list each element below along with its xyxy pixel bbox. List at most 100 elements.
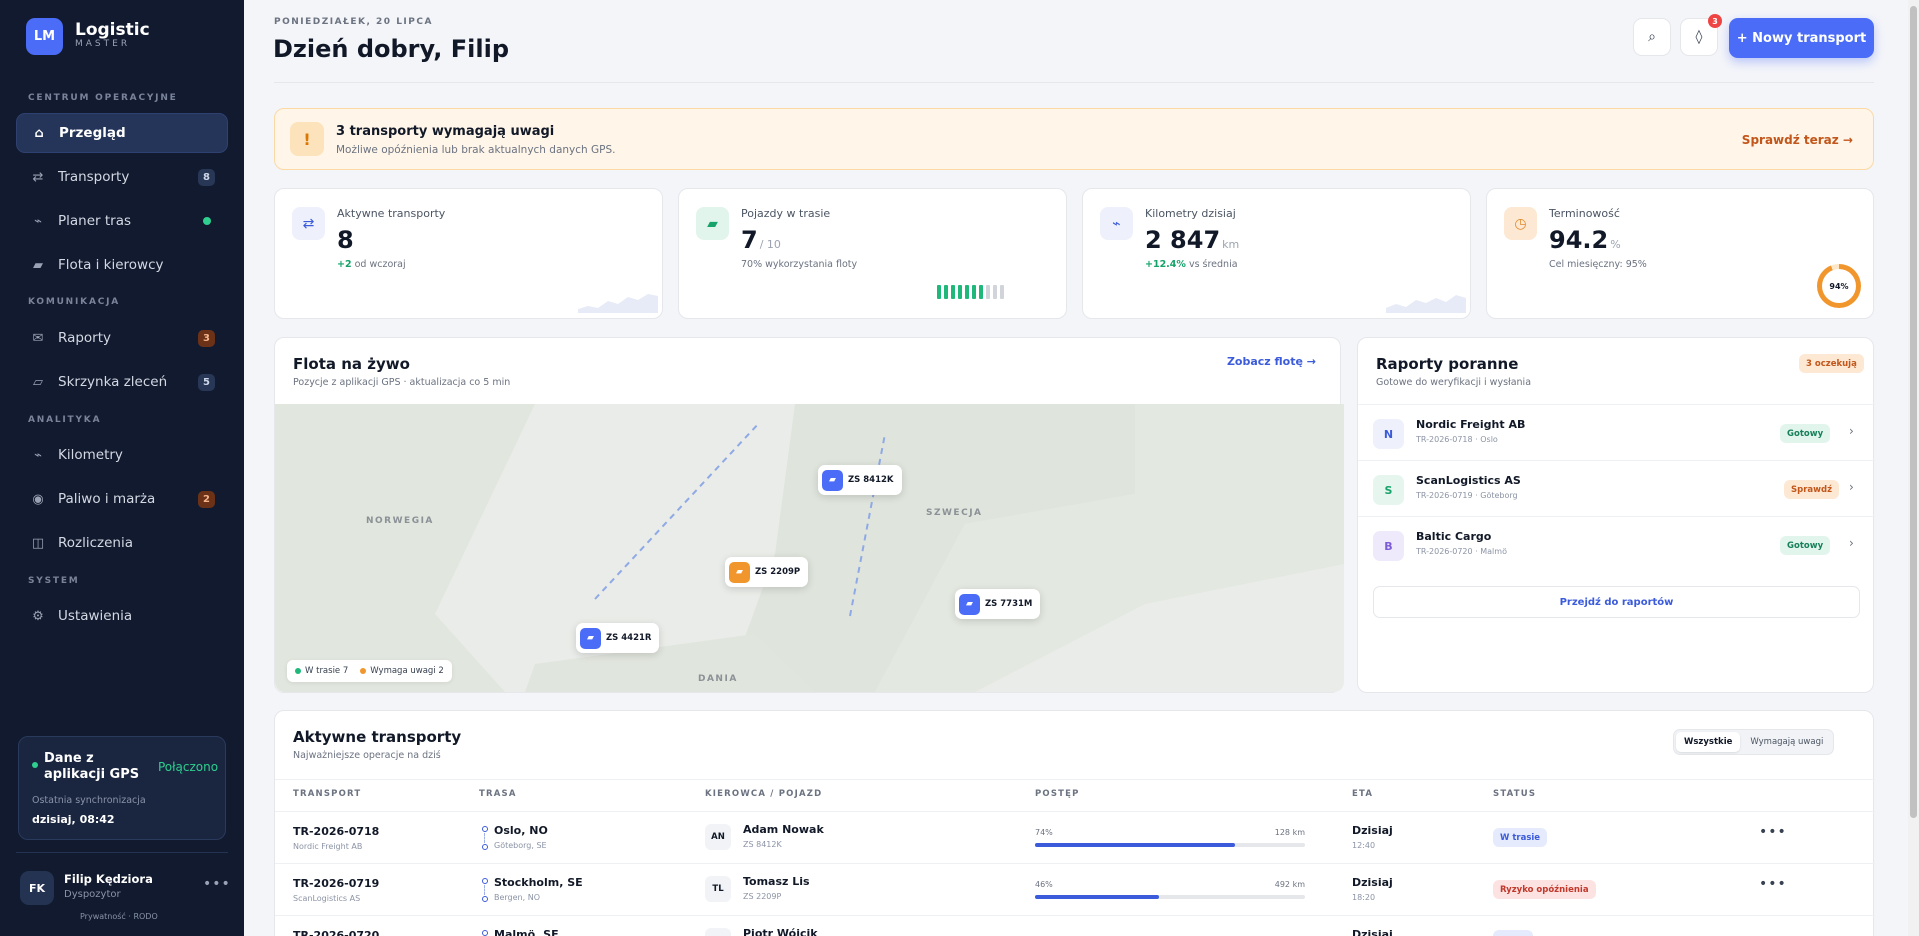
sidebar: LM Logistic MASTER CENTRUM OPERACYJNE ⌂ P… bbox=[0, 0, 244, 936]
go-to-reports-button[interactable]: Przejdź do raportów bbox=[1373, 586, 1860, 618]
footer-links[interactable]: Prywatność · RODO bbox=[80, 912, 158, 921]
route-to: Bergen, NO bbox=[494, 893, 540, 902]
sidebar-item-fleet[interactable]: ▰ Flota i kierowcy bbox=[16, 245, 228, 285]
view-fleet-link[interactable]: Zobacz flotę → bbox=[1227, 355, 1316, 368]
kpi-unit: / 10 bbox=[759, 238, 781, 251]
status-dot bbox=[32, 762, 38, 768]
vehicle-marker[interactable]: ▰ ZS 7731M bbox=[955, 589, 1041, 619]
sidebar-item-transports[interactable]: ⇄ Transporty 8 bbox=[16, 157, 228, 197]
chevron-right-icon[interactable]: › bbox=[1849, 480, 1854, 494]
vehicle-marker[interactable]: ▰ ZS 2209P bbox=[725, 557, 809, 587]
sidebar-item-route-planner[interactable]: ⌁ Planer tras bbox=[16, 201, 228, 241]
report-meta: TR-2026-0718 · Oslo bbox=[1416, 435, 1498, 444]
column-header: KIEROWCA / POJAZD bbox=[705, 789, 823, 799]
avatar: B bbox=[1373, 531, 1404, 561]
app-subtitle: MASTER bbox=[75, 39, 131, 49]
filter-all-tab[interactable]: Wszystkie bbox=[1676, 732, 1741, 752]
kpi-sub: +12.4% vs średnia bbox=[1145, 259, 1238, 270]
sidebar-item-overview[interactable]: ⌂ Przegląd bbox=[16, 113, 228, 153]
warning-icon: ! bbox=[290, 122, 324, 156]
table-row[interactable]: TR-2026-0718 Nordic Freight AB Oslo, NO … bbox=[275, 811, 1875, 863]
fleet-map[interactable]: NORWEGIA SZWECJA DANIA ▰ ZS 8412K ▰ ZS 220… bbox=[275, 404, 1344, 692]
route-to: Göteborg, SE bbox=[494, 841, 547, 850]
kpi-vehicles-on-route[interactable]: ▰ Pojazdy w trasie 7/ 10 70% wykorzystan… bbox=[678, 188, 1067, 319]
table-row[interactable]: TR-2026-0719 ScanLogistics AS Stockholm,… bbox=[275, 863, 1875, 915]
eta-day: Dzisiaj bbox=[1352, 824, 1393, 837]
vehicle-marker[interactable]: ▰ ZS 8412K bbox=[818, 465, 902, 495]
transport-filter: Wszystkie Wymagają uwagi bbox=[1673, 729, 1835, 755]
status-dot bbox=[203, 217, 211, 225]
kpi-sub: +2 od wczoraj bbox=[337, 259, 406, 270]
report-row[interactable]: N Nordic Freight AB TR-2026-0718 · Oslo … bbox=[1358, 404, 1875, 460]
kpi-kilometers-today[interactable]: ⌁ Kilometry dzisiaj 2 847 km +12.4% vs śr… bbox=[1082, 188, 1471, 319]
table-row[interactable]: TR-2026-0720 Malmö, SE Piotr Wójcik Dzis… bbox=[275, 915, 1875, 936]
chevron-right-icon[interactable]: › bbox=[1849, 536, 1854, 550]
utilization-segment bbox=[951, 285, 955, 299]
fleet-title: Flota na żywo bbox=[293, 355, 410, 373]
notifications-button[interactable]: ◊ 3 bbox=[1680, 14, 1722, 56]
sidebar-item-inbox[interactable]: ▱ Skrzynka zleceń 5 bbox=[16, 362, 228, 402]
app-logo: LM bbox=[26, 18, 63, 55]
sidebar-item-billing[interactable]: ◫ Rozliczenia bbox=[16, 523, 228, 563]
page-scrollbar[interactable] bbox=[1908, 0, 1919, 936]
search-button[interactable]: ⌕ bbox=[1633, 18, 1671, 56]
scrollbar-thumb[interactable] bbox=[1910, 6, 1917, 818]
section-comm: KOMUNIKACJA bbox=[28, 297, 121, 307]
sidebar-item-fuel[interactable]: ◉ Paliwo i marża 2 bbox=[16, 479, 228, 519]
transports-subtitle: Najważniejsze operacje na dziś bbox=[293, 750, 441, 761]
avatar: S bbox=[1373, 475, 1404, 505]
map-region-label: SZWECJA bbox=[926, 508, 983, 518]
truck-icon: ▰ bbox=[696, 207, 729, 240]
sidebar-item-kilometers[interactable]: ⌁ Kilometry bbox=[16, 435, 228, 475]
check-now-link[interactable]: Sprawdź teraz → bbox=[1742, 133, 1853, 147]
sidebar-item-settings[interactable]: ⚙ Ustawienia bbox=[16, 596, 228, 636]
section-ops: CENTRUM OPERACYJNE bbox=[28, 93, 178, 103]
alert-subtitle: Możliwe opóźnienia lub brak aktualnych d… bbox=[336, 144, 616, 156]
gear-icon: ⚙ bbox=[32, 608, 44, 624]
user-name: Filip Kędziora bbox=[64, 872, 153, 886]
more-actions-icon[interactable]: ••• bbox=[1759, 876, 1787, 892]
report-meta: TR-2026-0719 · Göteborg bbox=[1416, 491, 1518, 500]
sidebar-item-reports[interactable]: ✉ Raporty 3 bbox=[16, 318, 228, 358]
eta-day: Dzisiaj bbox=[1352, 928, 1393, 936]
kpi-value: 8 bbox=[337, 226, 354, 254]
clock-icon: ◷ bbox=[1504, 207, 1537, 240]
kpi-value: 2 847 km bbox=[1145, 226, 1239, 254]
report-row[interactable]: B Baltic Cargo TR-2026-0720 · Malmö Goto… bbox=[1358, 516, 1875, 572]
report-row[interactable]: S ScanLogistics AS TR-2026-0719 · Götebo… bbox=[1358, 460, 1875, 516]
route-from: Oslo, NO bbox=[494, 824, 548, 837]
utilization-segment bbox=[1000, 285, 1004, 299]
reports-subtitle: Gotowe do weryfikacji i wysłania bbox=[1376, 377, 1532, 388]
filter-attention-tab[interactable]: Wymagają uwagi bbox=[1742, 732, 1831, 752]
vehicle-marker[interactable]: ▰ ZS 4421R bbox=[576, 623, 660, 653]
avatar[interactable]: FK bbox=[20, 871, 54, 905]
trend-icon: ⌁ bbox=[1100, 207, 1133, 240]
avatar: N bbox=[1373, 419, 1404, 449]
user-menu-icon[interactable]: ••• bbox=[203, 876, 231, 892]
reports-title: Raporty poranne bbox=[1376, 355, 1519, 373]
report-meta: TR-2026-0720 · Malmö bbox=[1416, 547, 1507, 556]
kpi-active-transports[interactable]: ⇄ Aktywne transporty 8 +2 od wczoraj bbox=[274, 188, 663, 319]
pending-badge: 3 oczekują bbox=[1799, 354, 1864, 373]
new-transport-button[interactable]: + Nowy transport bbox=[1729, 18, 1874, 58]
kpi-label: Pojazdy w trasie bbox=[741, 207, 831, 220]
more-actions-icon[interactable]: ••• bbox=[1759, 824, 1787, 840]
report-company: ScanLogistics AS bbox=[1416, 474, 1521, 487]
sidebar-item-label: Raporty bbox=[58, 330, 112, 346]
kpi-number: 2 847 bbox=[1145, 226, 1221, 254]
route-icon bbox=[479, 822, 489, 852]
progress-percent: 46% bbox=[1035, 880, 1053, 889]
report-company: Baltic Cargo bbox=[1416, 530, 1492, 543]
kpi-label: Kilometry dzisiaj bbox=[1145, 207, 1236, 220]
sidebar-item-label: Skrzynka zleceń bbox=[58, 374, 168, 390]
sidebar-item-label: Transporty bbox=[58, 169, 130, 185]
chevron-right-icon[interactable]: › bbox=[1849, 424, 1854, 438]
kpi-punctuality[interactable]: ◷ Terminowość 94.2% Cel miesięczny: 95% … bbox=[1486, 188, 1874, 319]
swap-arrows-icon: ⇄ bbox=[292, 207, 325, 240]
attention-alert: ! 3 transporty wymagają uwagi Możliwe op… bbox=[274, 108, 1874, 170]
fleet-subtitle: Pozycje z aplikacji GPS · aktualizacja c… bbox=[293, 377, 511, 388]
truck-icon: ▰ bbox=[729, 561, 750, 583]
report-company: Nordic Freight AB bbox=[1416, 418, 1526, 431]
sidebar-item-label: Paliwo i marża bbox=[58, 491, 156, 507]
driver-name: Piotr Wójcik bbox=[743, 927, 818, 936]
